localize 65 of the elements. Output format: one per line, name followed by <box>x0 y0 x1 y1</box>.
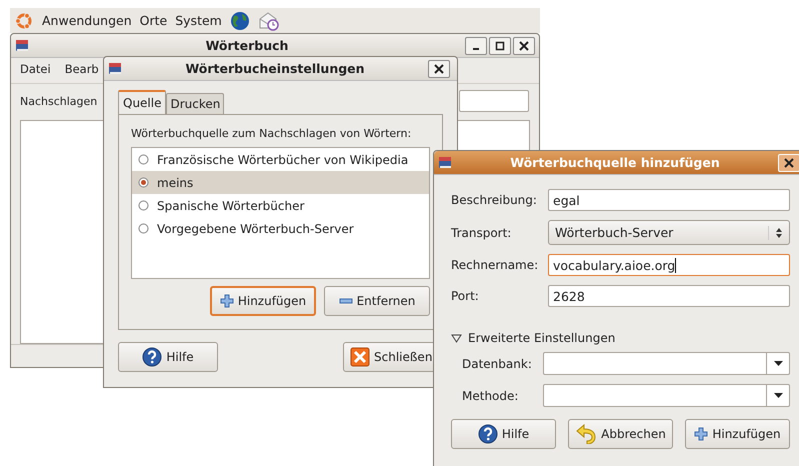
cancel-button[interactable]: Abbrechen <box>568 419 673 449</box>
caret-icon <box>774 393 782 398</box>
logo-icon <box>14 10 34 30</box>
maximize-icon <box>495 40 505 50</box>
text-field[interactable]: vocabulary.aioe.org <box>548 254 790 276</box>
source-item[interactable]: Vorgegebene Wörterbuch-Server <box>132 217 429 240</box>
window-title: Wörterbuch <box>204 38 290 53</box>
lookup-label: Nachschlagen <box>20 94 98 108</box>
close-icon <box>350 347 370 367</box>
help-button[interactable]: Hilfe <box>118 342 218 372</box>
close-button[interactable] <box>513 36 535 54</box>
source-item[interactable]: Französische Wörterbücher von Wikipedia <box>132 148 429 171</box>
transport-select[interactable]: Wörterbuch-Server <box>548 220 790 245</box>
close-icon <box>519 40 529 50</box>
help-button[interactable]: Hilfe <box>451 419 556 449</box>
help-icon <box>142 347 162 367</box>
radio-icon <box>138 177 149 188</box>
globe-icon[interactable] <box>230 10 250 30</box>
help-icon <box>478 424 498 444</box>
menu-item[interactable]: Bearb <box>64 62 99 79</box>
combo-field[interactable] <box>543 352 790 375</box>
text-field[interactable]: 2628 <box>548 285 790 307</box>
expander-icon[interactable] <box>451 334 462 342</box>
combo-field[interactable] <box>543 384 790 407</box>
field-label: Port: <box>451 289 480 303</box>
mail-clock-icon[interactable] <box>258 10 280 30</box>
minus-icon <box>338 298 353 304</box>
close-icon <box>434 64 444 74</box>
menu-item[interactable]: Datei <box>20 62 51 79</box>
panel-menu[interactable]: Orte <box>140 13 168 28</box>
minimize-icon <box>473 48 479 50</box>
field-label: Transport: <box>451 226 512 240</box>
minimize-button[interactable] <box>465 36 487 54</box>
radio-icon <box>138 223 149 234</box>
field-label: Methode: <box>462 388 520 402</box>
book-icon <box>438 156 452 169</box>
book-icon <box>108 62 122 75</box>
window-title: Wörterbucheinstellungen <box>184 61 366 76</box>
radio-icon <box>138 200 149 211</box>
expander-label[interactable]: Erweiterte Einstellungen <box>468 331 616 345</box>
tab[interactable]: Drucken <box>166 93 224 114</box>
add-button[interactable]: Hinzufügen <box>210 286 316 316</box>
panel-menu[interactable]: System <box>175 13 222 28</box>
source-item[interactable]: Spanische Wörterbücher <box>132 194 429 217</box>
panel-menu[interactable]: Anwendungen <box>42 13 132 28</box>
field-label: Rechnername: <box>451 258 540 272</box>
close-button[interactable] <box>428 60 450 78</box>
close-icon <box>784 158 794 168</box>
sources-label: Wörterbuchquelle zum Nachschlagen von Wörtern: <box>131 127 412 140</box>
radio-icon <box>138 154 149 165</box>
add-button[interactable]: Hinzufügen <box>685 419 790 449</box>
field-label: Beschreibung: <box>451 193 538 207</box>
maximize-button[interactable] <box>489 36 511 54</box>
caret-icon <box>774 361 782 366</box>
source-item[interactable]: meins <box>132 171 429 194</box>
undo-icon <box>575 424 598 444</box>
plus-icon <box>220 294 234 308</box>
book-icon <box>15 39 29 52</box>
plus-icon <box>694 427 708 441</box>
tab[interactable]: Quelle <box>118 90 166 114</box>
field-label: Datenbank: <box>462 356 533 370</box>
window-title: Wörterbuchquelle hinzufügen <box>509 155 721 170</box>
lookup-field[interactable] <box>459 90 529 112</box>
text-field[interactable]: egal <box>548 189 790 211</box>
remove-button[interactable]: Entfernen <box>324 286 430 316</box>
